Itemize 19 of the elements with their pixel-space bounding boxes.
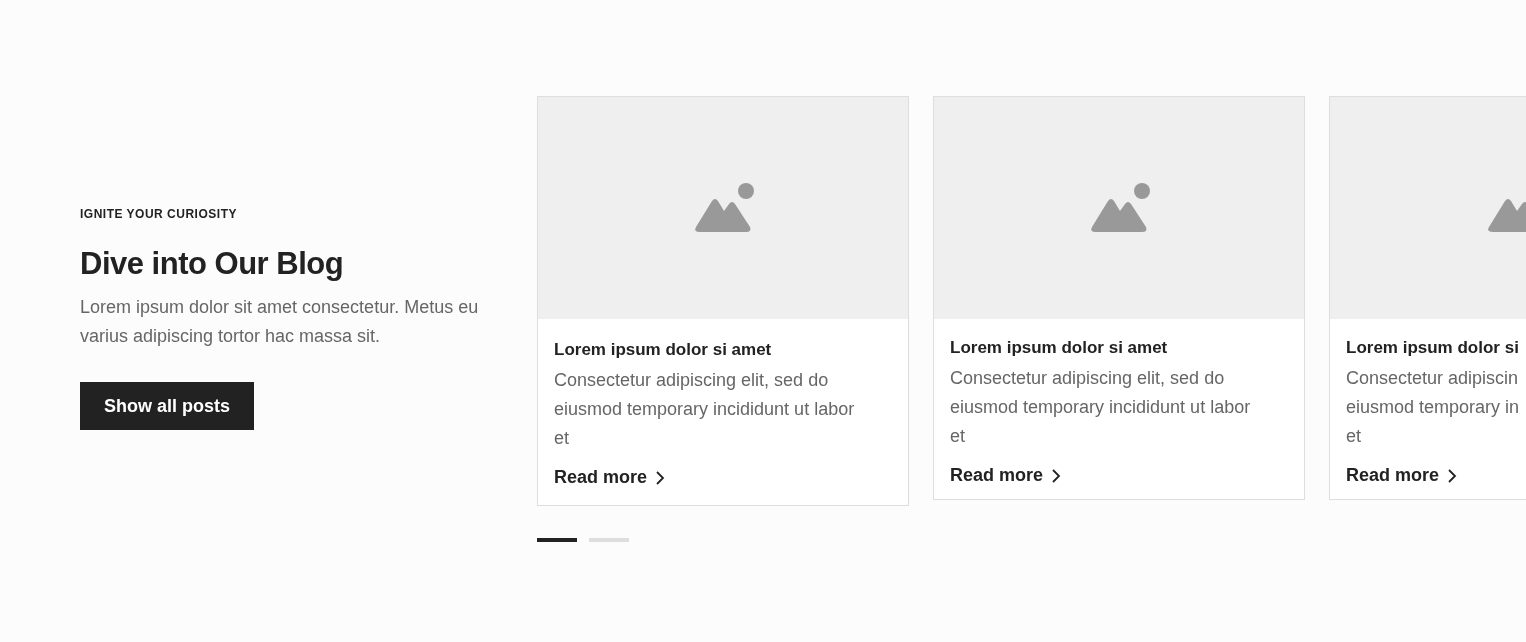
image-placeholder-icon (1088, 183, 1150, 233)
post-excerpt: Consectetur adipiscing elit, sed do eiusmod temporary incididunt ut labor et (554, 369, 856, 450)
chevron-right-icon (1051, 467, 1062, 484)
read-more-link[interactable]: Read more (950, 462, 1062, 489)
section-description: Lorem ipsum dolor sit amet consectetur. Metus eu varius adipiscing tortor hac massa sit. (80, 296, 480, 348)
chevron-right-icon (1447, 467, 1458, 484)
post-excerpt: Consectetur adipiscin eiusmod temporary in et (1346, 367, 1520, 448)
post-title: Lorem ipsum dolor si amet (950, 337, 1168, 359)
image-placeholder-icon (692, 183, 754, 233)
show-all-posts-button[interactable]: Show all posts (80, 382, 255, 430)
post-title: Lorem ipsum dolor si (1346, 337, 1519, 359)
read-more-link[interactable]: Read more (554, 464, 666, 491)
eyebrow-label: IGNITE YOUR CURIOSITY (80, 206, 238, 223)
post-excerpt: Consectetur adipiscing elit, sed do eiusmod temporary incididunt ut labor et (950, 367, 1252, 448)
chevron-right-icon (655, 469, 666, 486)
pagination-indicator[interactable] (537, 538, 577, 542)
post-title: Lorem ipsum dolor si amet (554, 339, 772, 361)
section-title: Dive into Our Blog (80, 245, 345, 283)
read-more-link[interactable]: Read more (1346, 462, 1458, 489)
